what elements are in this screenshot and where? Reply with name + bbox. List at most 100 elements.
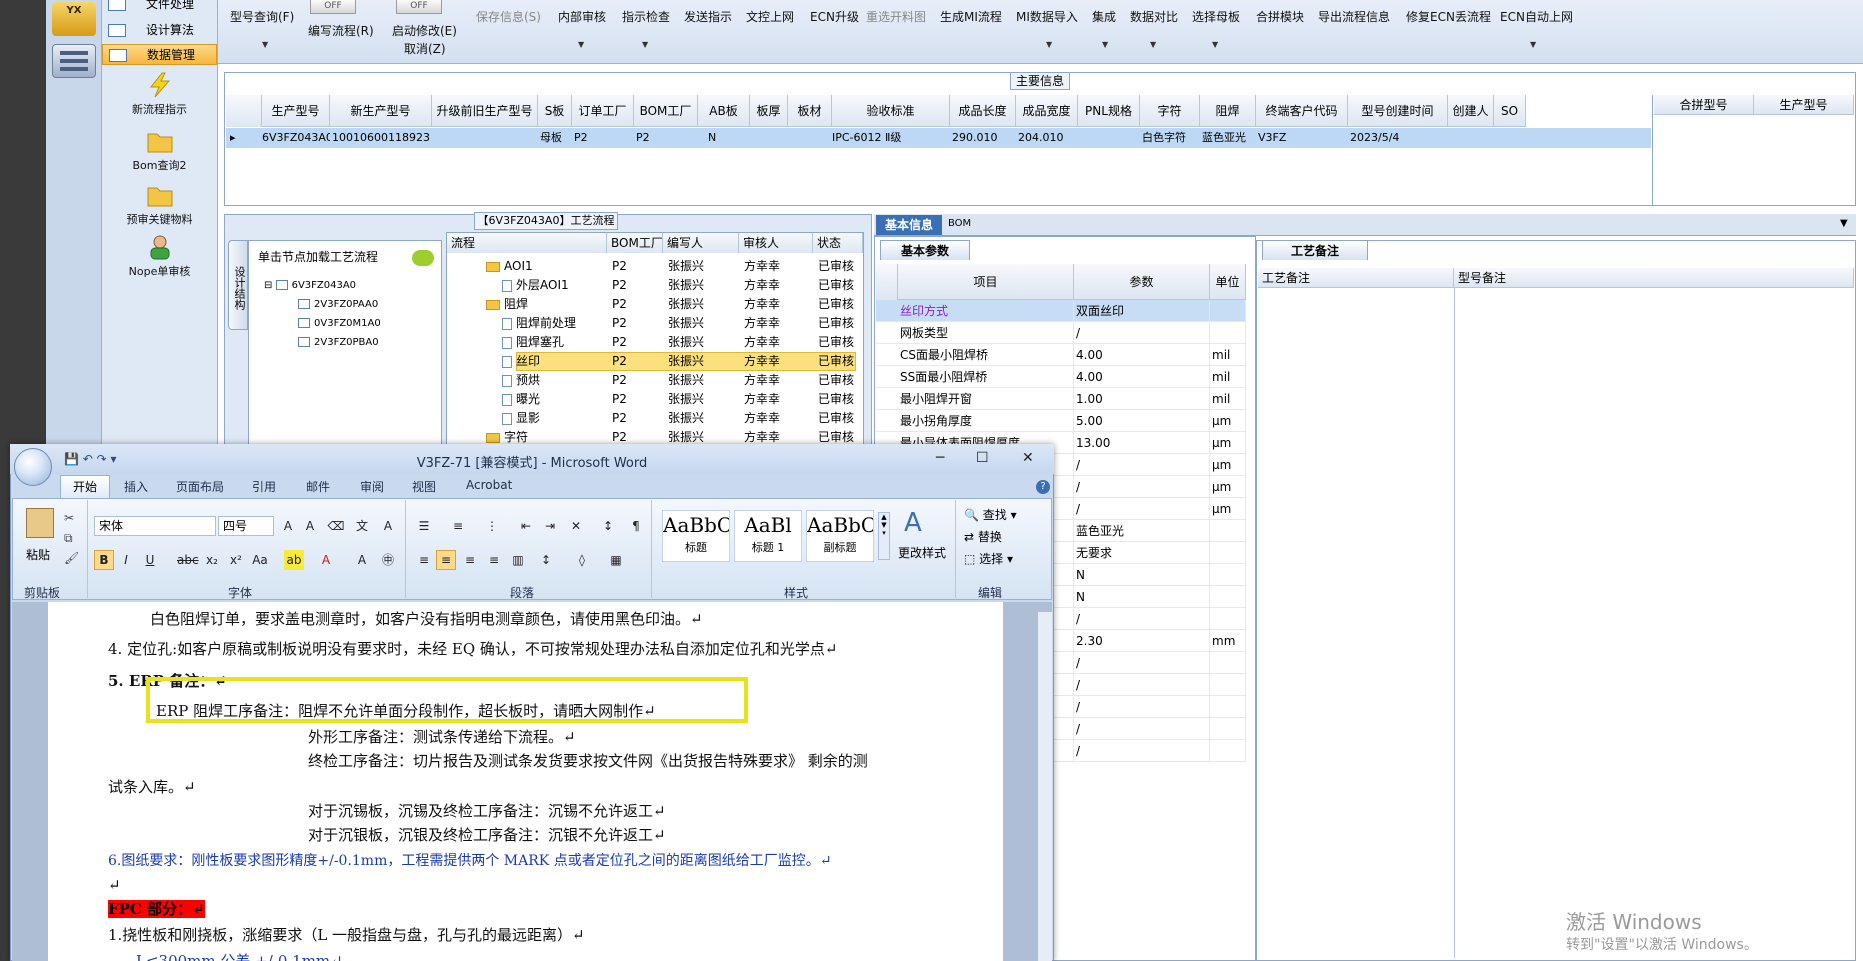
col-header[interactable]: 型号创建时间 xyxy=(1348,95,1448,127)
param-cell-unit[interactable]: μm xyxy=(1210,476,1246,498)
param-cell-unit[interactable] xyxy=(1210,718,1246,740)
param-cell-unit[interactable] xyxy=(1210,322,1246,344)
numbering-icon[interactable]: ≡ xyxy=(448,516,468,536)
decrease-indent-icon[interactable]: ⇤ xyxy=(516,516,536,536)
param-cell-item[interactable]: 最小阻焊开窗 xyxy=(898,388,1074,410)
change-styles-icon[interactable]: A xyxy=(904,508,922,538)
save-info-button[interactable]: 保存信息(S) xyxy=(476,8,541,25)
flow-cell-status[interactable]: 已审核 xyxy=(816,371,862,390)
col-header[interactable]: 流程 xyxy=(447,233,607,253)
col-header[interactable]: 项目 xyxy=(898,264,1074,300)
enclose-char-icon[interactable]: ㊥ xyxy=(378,550,398,570)
param-cell-unit[interactable]: μm xyxy=(1210,498,1246,520)
table-cell[interactable]: 6V3FZ043A0 xyxy=(260,128,330,148)
chevron-down-icon[interactable]: ▼ xyxy=(1102,40,1108,49)
flow-cell-factory[interactable]: P2 xyxy=(610,371,664,390)
show-marks-icon[interactable]: ¶ xyxy=(626,516,646,536)
tree-node[interactable]: 2V3FZ0PAA0 xyxy=(298,299,378,310)
nav-nope-review[interactable]: Nope单审核 xyxy=(102,234,217,279)
doc-line[interactable]: 外形工序备注：测试条传递给下流程。↵ xyxy=(308,726,576,747)
multilevel-list-icon[interactable]: ⋮ xyxy=(482,516,502,536)
tab-acrobat[interactable]: Acrobat xyxy=(466,478,512,492)
table-cell[interactable]: 2023/5/4 xyxy=(1348,128,1448,148)
param-cell-value[interactable]: 4.00 xyxy=(1074,344,1210,366)
flow-cell-reviewer[interactable]: 方幸幸 xyxy=(742,390,812,409)
styles-scroll[interactable]: ▲ ▼ ▾ xyxy=(878,512,890,560)
param-cell-value[interactable]: / xyxy=(1074,674,1210,696)
col-header[interactable]: 生产型号 xyxy=(262,95,330,127)
col-header[interactable]: 订单工厂 xyxy=(572,95,634,127)
font-size-box[interactable]: 四号 xyxy=(218,516,274,536)
send-instruction-button[interactable]: 发送指示 xyxy=(684,8,732,25)
close-icon[interactable]: ✕ xyxy=(1022,450,1034,466)
param-cell-item[interactable]: 丝印方式 xyxy=(898,300,1074,322)
cut-copy-format-icons[interactable]: ✂ ⧉ 🖌 xyxy=(64,508,79,568)
flow-cell-reviewer[interactable]: 方幸幸 xyxy=(742,333,812,352)
bullets-icon[interactable]: ☰ xyxy=(414,516,434,536)
param-cell-value[interactable]: / xyxy=(1074,718,1210,740)
col-header[interactable]: 型号备注 xyxy=(1454,268,1854,288)
param-cell-unit[interactable]: mil xyxy=(1210,366,1246,388)
instruction-check-button[interactable]: 指示检查 xyxy=(622,8,670,25)
flow-cell-writer[interactable]: 张振兴 xyxy=(666,257,738,276)
help-icon[interactable]: ? xyxy=(1036,480,1050,494)
flow-step[interactable]: 显影 xyxy=(500,409,604,428)
col-header[interactable]: 参数 xyxy=(1074,264,1210,300)
col-header[interactable]: BOM工厂 xyxy=(634,95,698,127)
export-flow-info-button[interactable]: 导出流程信息 xyxy=(1318,8,1390,25)
param-cell-unit[interactable] xyxy=(1210,696,1246,718)
col-header[interactable]: 验收标准 xyxy=(832,95,950,127)
param-cell-value[interactable]: 蓝色亚光 xyxy=(1074,520,1210,542)
col-header[interactable]: SO xyxy=(1494,95,1526,127)
align-center-icon[interactable]: ≡ xyxy=(436,550,456,570)
doc-line[interactable]: L≤300mm 公差 +/-0.1mm↵ xyxy=(136,950,343,961)
flow-cell-writer[interactable]: 张振兴 xyxy=(666,371,738,390)
ecn-auto-online-button[interactable]: ECN自动上网 xyxy=(1500,8,1573,25)
param-cell-value[interactable]: 无要求 xyxy=(1074,542,1210,564)
param-cell-unit[interactable]: mil xyxy=(1210,344,1246,366)
sort-icon[interactable]: ↕ xyxy=(598,516,618,536)
param-cell-value[interactable]: N xyxy=(1074,586,1210,608)
doc-line[interactable]: 对于沉锡板，沉锡及终检工序备注：沉锡不允许返工↵ xyxy=(308,800,666,821)
param-cell-value[interactable]: 2.30 xyxy=(1074,630,1210,652)
distributed-icon[interactable]: ▥ xyxy=(508,550,528,570)
col-header[interactable]: 新生产型号 xyxy=(330,95,432,127)
param-cell-value[interactable]: / xyxy=(1074,454,1210,476)
style-title[interactable]: AaBbC 标题 xyxy=(662,510,730,562)
param-cell-unit[interactable]: mil xyxy=(1210,388,1246,410)
param-cell-unit[interactable]: μm xyxy=(1210,432,1246,454)
table-cell[interactable]: V3FZ xyxy=(1256,128,1348,148)
param-cell-item[interactable]: 网板类型 xyxy=(898,322,1074,344)
col-header[interactable]: 状态 xyxy=(813,233,863,253)
col-header[interactable]: 工艺备注 xyxy=(1258,268,1454,288)
flow-step[interactable]: 外层AOI1 xyxy=(500,276,604,295)
col-header[interactable]: 板材 xyxy=(788,95,832,127)
flow-cell-writer[interactable]: 张振兴 xyxy=(666,352,738,371)
tab-basic-params[interactable]: 基本参数 xyxy=(880,240,970,260)
strikethrough-icon[interactable]: abc xyxy=(176,550,199,570)
bold-icon[interactable]: B xyxy=(94,550,114,570)
chevron-down-icon[interactable]: ▼ xyxy=(1212,40,1218,49)
highlight-icon[interactable]: ab xyxy=(284,550,304,570)
select-mother-board-button[interactable]: 选择母板 xyxy=(1192,8,1240,25)
tab-review[interactable]: 审阅 xyxy=(360,478,384,495)
table-cell[interactable]: 204.010 xyxy=(1016,128,1078,148)
write-flow-button[interactable]: 编写流程(R) xyxy=(308,22,374,39)
col-header[interactable]: 成品长度 xyxy=(950,95,1016,127)
flow-cell-writer[interactable]: 张振兴 xyxy=(666,333,738,352)
flow-cell-writer[interactable]: 张振兴 xyxy=(666,276,738,295)
tree-node[interactable]: 0V3FZ0M1A0 xyxy=(298,318,381,329)
style-subtitle[interactable]: AaBbC 副标题 xyxy=(806,510,874,562)
flow-cell-reviewer[interactable]: 方幸幸 xyxy=(742,371,812,390)
clear-format-icon[interactable]: ⌫ xyxy=(326,516,346,536)
table-cell[interactable]: IPC-6012 Ⅱ级 xyxy=(830,128,950,148)
flow-cell-writer[interactable]: 张振兴 xyxy=(666,295,738,314)
param-cell-value[interactable]: / xyxy=(1074,322,1210,344)
nav-new-flow-instruction[interactable]: 新流程指示 xyxy=(102,72,217,117)
param-cell-value[interactable]: 13.00 xyxy=(1074,432,1210,454)
table-cell[interactable]: 母板 xyxy=(538,128,572,148)
flow-cell-factory[interactable]: P2 xyxy=(610,352,664,371)
param-cell-unit[interactable] xyxy=(1210,564,1246,586)
flow-cell-factory[interactable]: P2 xyxy=(610,390,664,409)
param-cell-unit[interactable]: mm xyxy=(1210,630,1246,652)
